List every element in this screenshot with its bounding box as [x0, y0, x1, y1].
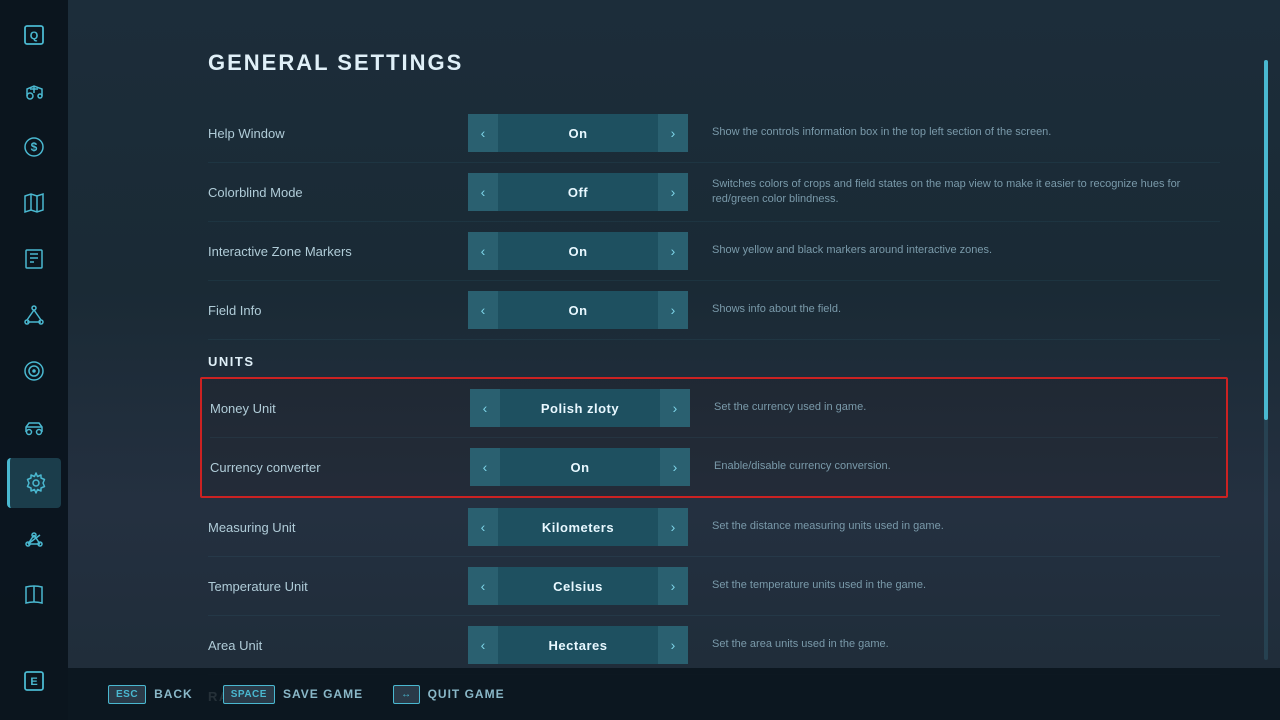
- setting-control-colorblind: ‹ Off ›: [468, 173, 688, 211]
- value-measuring-unit: Kilometers: [498, 508, 658, 546]
- section-header-units: UNITS: [208, 340, 1220, 377]
- setting-label-currency-converter: Currency converter: [210, 460, 470, 475]
- prev-btn-help-window[interactable]: ‹: [468, 114, 498, 152]
- value-area-unit: Hectares: [498, 626, 658, 664]
- prev-btn-zone-markers[interactable]: ‹: [468, 232, 498, 270]
- key-label-back: BACK: [154, 687, 193, 701]
- prev-btn-measuring-unit[interactable]: ‹: [468, 508, 498, 546]
- prev-btn-temperature-unit[interactable]: ‹: [468, 567, 498, 605]
- desc-colorblind: Switches colors of crops and field state…: [688, 177, 1220, 208]
- sidebar-item-logs[interactable]: [7, 234, 61, 284]
- setting-label-temperature-unit: Temperature Unit: [208, 579, 468, 594]
- prev-btn-field-info[interactable]: ‹: [468, 291, 498, 329]
- setting-row-currency-converter: Currency converter ‹ On › Enable/disable…: [210, 438, 1218, 496]
- key-badge-space: SPACE: [223, 685, 275, 704]
- next-btn-area-unit[interactable]: ›: [658, 626, 688, 664]
- desc-area-unit: Set the area units used in the game.: [688, 637, 1220, 652]
- setting-row-temperature-unit: Temperature Unit ‹ Celsius › Set the tem…: [208, 557, 1220, 616]
- setting-row-money-unit: Money Unit ‹ Polish zloty › Set the curr…: [210, 379, 1218, 438]
- key-group-quit: ↔ QUIT GAME: [393, 685, 505, 704]
- desc-temperature-unit: Set the temperature units used in the ga…: [688, 578, 1220, 593]
- key-label-quit: QUIT GAME: [428, 687, 505, 701]
- svg-text:E: E: [30, 676, 37, 688]
- highlight-group-currency: Money Unit ‹ Polish zloty › Set the curr…: [200, 377, 1228, 498]
- key-label-save: SAVE GAME: [283, 687, 363, 701]
- prev-btn-currency-converter[interactable]: ‹: [470, 448, 500, 486]
- desc-help-window: Show the controls information box in the…: [688, 125, 1220, 140]
- key-group-save: SPACE SAVE GAME: [223, 685, 363, 704]
- next-btn-help-window[interactable]: ›: [658, 114, 688, 152]
- next-btn-temperature-unit[interactable]: ›: [658, 567, 688, 605]
- prev-btn-colorblind[interactable]: ‹: [468, 173, 498, 211]
- desc-money-unit: Set the currency used in game.: [690, 400, 1218, 415]
- setting-label-zone-markers: Interactive Zone Markers: [208, 244, 468, 259]
- setting-label-colorblind: Colorblind Mode: [208, 185, 468, 200]
- prev-btn-money-unit[interactable]: ‹: [470, 389, 500, 427]
- value-zone-markers: On: [498, 232, 658, 270]
- key-badge-arrows: ↔: [393, 685, 420, 704]
- setting-label-money-unit: Money Unit: [210, 401, 470, 416]
- setting-control-currency-converter: ‹ On ›: [470, 448, 690, 486]
- next-btn-money-unit[interactable]: ›: [660, 389, 690, 427]
- setting-control-temperature-unit: ‹ Celsius ›: [468, 567, 688, 605]
- desc-currency-converter: Enable/disable currency conversion.: [690, 459, 1218, 474]
- key-badge-esc: ESC: [108, 685, 146, 704]
- sidebar-item-e[interactable]: E: [7, 656, 61, 706]
- sidebar-item-map[interactable]: [7, 178, 61, 228]
- desc-zone-markers: Show yellow and black markers around int…: [688, 243, 1220, 258]
- sidebar-item-target[interactable]: [7, 346, 61, 396]
- desc-measuring-unit: Set the distance measuring units used in…: [688, 519, 1220, 534]
- svg-text:Q: Q: [30, 30, 39, 42]
- value-help-window: On: [498, 114, 658, 152]
- setting-row-colorblind: Colorblind Mode ‹ Off › Switches colors …: [208, 163, 1220, 222]
- value-field-info: On: [498, 291, 658, 329]
- setting-row-help-window: Help Window ‹ On › Show the controls inf…: [208, 104, 1220, 163]
- main-content: GENERAL SETTINGS Help Window ‹ On › Show…: [68, 0, 1280, 720]
- setting-control-help-window: ‹ On ›: [468, 114, 688, 152]
- setting-control-area-unit: ‹ Hectares ›: [468, 626, 688, 664]
- sidebar-item-settings[interactable]: [7, 458, 61, 508]
- sidebar-item-tractor[interactable]: [7, 66, 61, 116]
- sidebar-item-finance[interactable]: $: [7, 122, 61, 172]
- settings-container: Help Window ‹ On › Show the controls inf…: [208, 104, 1220, 712]
- setting-control-field-info: ‹ On ›: [468, 291, 688, 329]
- sidebar-item-vehicle2[interactable]: [7, 402, 61, 452]
- value-currency-converter: On: [500, 448, 660, 486]
- value-money-unit: Polish zloty: [500, 389, 660, 427]
- bottom-bar: ESC BACK SPACE SAVE GAME ↔ QUIT GAME: [68, 668, 1280, 720]
- setting-row-area-unit: Area Unit ‹ Hectares › Set the area unit…: [208, 616, 1220, 675]
- value-temperature-unit: Celsius: [498, 567, 658, 605]
- key-group-back: ESC BACK: [108, 685, 193, 704]
- next-btn-field-info[interactable]: ›: [658, 291, 688, 329]
- sidebar: Q $ E: [0, 0, 68, 720]
- next-btn-colorblind[interactable]: ›: [658, 173, 688, 211]
- setting-row-field-info: Field Info ‹ On › Shows info about the f…: [208, 281, 1220, 340]
- sidebar-item-farm[interactable]: [7, 514, 61, 564]
- page-title: GENERAL SETTINGS: [208, 50, 1220, 76]
- setting-row-zone-markers: Interactive Zone Markers ‹ On › Show yel…: [208, 222, 1220, 281]
- prev-btn-area-unit[interactable]: ‹: [468, 626, 498, 664]
- setting-control-measuring-unit: ‹ Kilometers ›: [468, 508, 688, 546]
- setting-control-money-unit: ‹ Polish zloty ›: [470, 389, 690, 427]
- next-btn-zone-markers[interactable]: ›: [658, 232, 688, 270]
- svg-text:$: $: [31, 140, 38, 154]
- next-btn-currency-converter[interactable]: ›: [660, 448, 690, 486]
- sidebar-item-book[interactable]: [7, 570, 61, 620]
- sidebar-item-q[interactable]: Q: [7, 10, 61, 60]
- setting-label-field-info: Field Info: [208, 303, 468, 318]
- sidebar-item-network[interactable]: [7, 290, 61, 340]
- value-colorblind: Off: [498, 173, 658, 211]
- setting-control-zone-markers: ‹ On ›: [468, 232, 688, 270]
- setting-label-help-window: Help Window: [208, 126, 468, 141]
- next-btn-measuring-unit[interactable]: ›: [658, 508, 688, 546]
- setting-label-measuring-unit: Measuring Unit: [208, 520, 468, 535]
- desc-field-info: Shows info about the field.: [688, 302, 1220, 317]
- setting-row-measuring-unit: Measuring Unit ‹ Kilometers › Set the di…: [208, 498, 1220, 557]
- setting-label-area-unit: Area Unit: [208, 638, 468, 653]
